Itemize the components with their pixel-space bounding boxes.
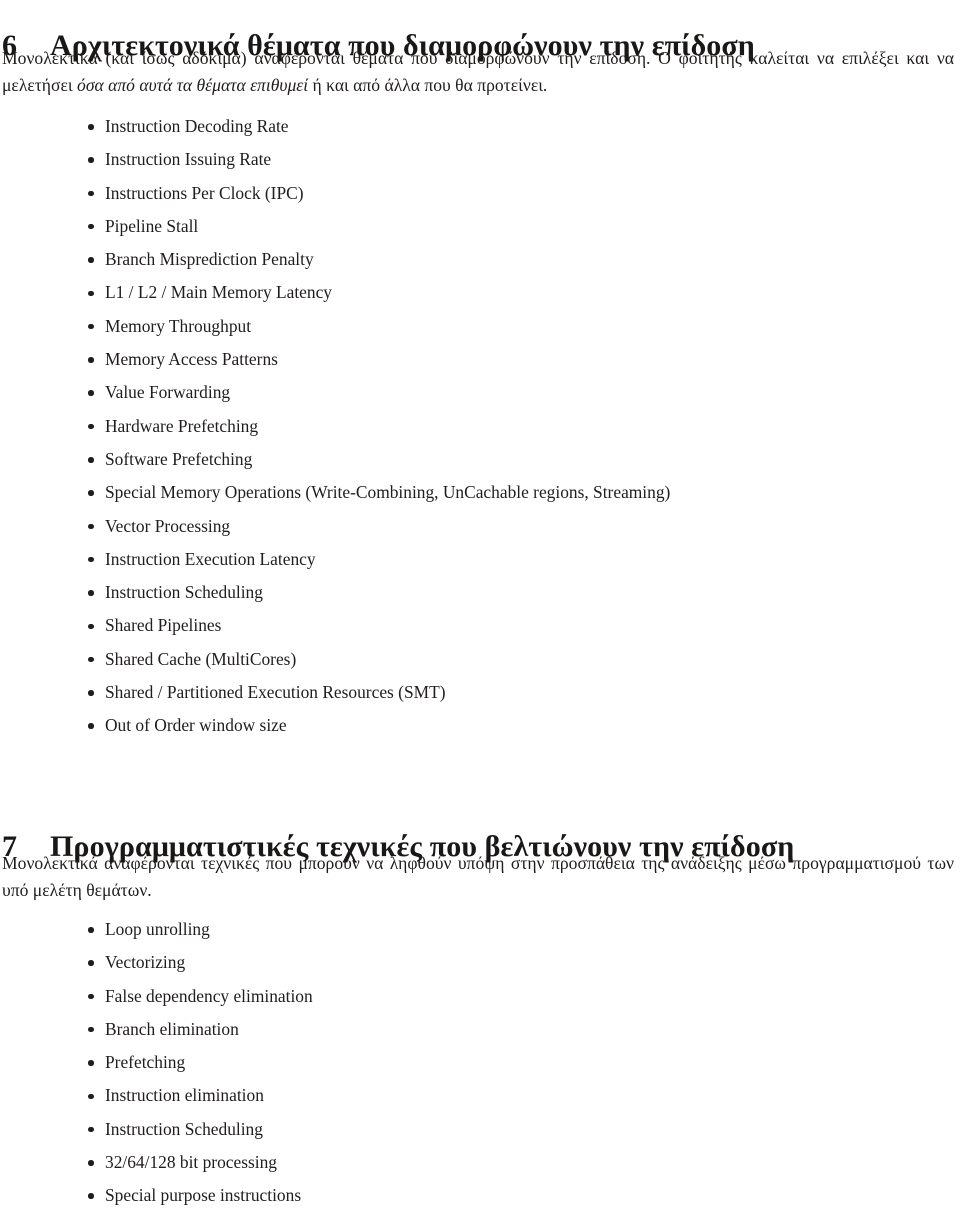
section-6-intro-paragraph: Μονολεκτικά (και ίσως αδόκιμα) αναφέροντ…	[0, 45, 960, 98]
bullet-dot-icon	[88, 656, 94, 663]
bullet-dot-icon	[88, 357, 94, 363]
list-item-label: Software Prefetching	[105, 448, 253, 469]
list-item: Instruction Scheduling	[0, 576, 960, 609]
list-item: False dependency elimination	[0, 980, 960, 1013]
list-item-label: 32/64/128 bit processing	[105, 1152, 277, 1173]
bullet-dot-icon	[88, 490, 94, 496]
list-item: Shared / Partitioned Execution Resources…	[0, 676, 960, 709]
bullet-dot-icon	[88, 1126, 94, 1133]
list-item-label: Out of Order window size	[105, 715, 287, 736]
bullet-dot-icon	[88, 124, 94, 130]
list-item-label: L1 / L2 / Main Memory Latency	[105, 282, 332, 303]
section-7-intro-paragraph: Μονολεκτικά αναφέρονται τεχνικές που μπο…	[0, 850, 960, 903]
bullet-dot-icon	[88, 257, 94, 263]
bullet-dot-icon	[88, 457, 94, 463]
bullet-dot-icon	[88, 1060, 94, 1066]
list-item-label: Instruction Execution Latency	[105, 548, 316, 569]
list-item-label: Prefetching	[105, 1052, 186, 1073]
list-item: Prefetching	[0, 1046, 960, 1079]
bullet-dot-icon	[88, 190, 94, 197]
bullet-dot-icon	[88, 623, 94, 629]
list-item-label: Instruction Decoding Rate	[105, 116, 289, 136]
list-item-label: Instruction elimination	[105, 1085, 264, 1106]
section-6-bullet-list: Instruction Decoding Rate Instruction Is…	[0, 110, 960, 743]
list-item-label: Value Forwarding	[105, 382, 231, 403]
list-item: Instructions Per Clock (IPC)	[0, 177, 960, 210]
list-item: Shared Cache (MultiCores)	[0, 643, 960, 676]
bullet-dot-icon	[88, 1160, 94, 1166]
list-item: Pipeline Stall	[0, 210, 960, 243]
list-item-label: Memory Access Patterns	[105, 349, 278, 370]
list-item: Special Memory Operations (Write-Combini…	[0, 476, 960, 509]
list-item-label: Loop unrolling	[105, 919, 210, 939]
bullet-dot-icon	[88, 423, 94, 430]
list-item: Loop unrolling	[0, 913, 960, 946]
bullet-dot-icon	[88, 523, 94, 530]
list-item: Shared Pipelines	[0, 609, 960, 642]
intro-italic-text-6: όσα από αυτά τα θέματα επιθυμεί	[77, 74, 309, 95]
list-item-label: Instruction Scheduling	[105, 1118, 263, 1139]
bullet-dot-icon	[88, 323, 94, 330]
bullet-dot-icon	[88, 1026, 94, 1033]
bullet-dot-icon	[88, 723, 94, 729]
list-item: Instruction Decoding Rate	[0, 110, 960, 143]
list-item: Branch elimination	[0, 1013, 960, 1046]
intro-lead-text-7: Μονολεκτικά αναφέρονται τεχνικές που μπο…	[2, 853, 954, 900]
list-item-label: Shared / Partitioned Execution Resources…	[105, 682, 446, 703]
list-item-label: Shared Cache (MultiCores)	[105, 648, 297, 669]
bullet-dot-icon	[88, 290, 94, 297]
list-item-label: Memory Throughput	[105, 315, 252, 336]
bullet-dot-icon	[88, 1093, 94, 1100]
list-item-label: Branch elimination	[105, 1018, 239, 1039]
list-item: Memory Throughput	[0, 310, 960, 343]
list-item: Software Prefetching	[0, 443, 960, 476]
list-item-label: Vector Processing	[105, 515, 231, 536]
bullet-dot-icon	[88, 1193, 94, 1199]
list-item-label: False dependency elimination	[105, 985, 313, 1006]
intro-tail-text-6: ή και από άλλα που θα προτείνει.	[308, 74, 548, 95]
list-item-label: Pipeline Stall	[105, 215, 199, 236]
list-item-label: Vectorizing	[105, 952, 186, 973]
list-item: Instruction Issuing Rate	[0, 143, 960, 176]
list-item: Vector Processing	[0, 510, 960, 543]
bullet-dot-icon	[88, 157, 94, 163]
list-item-label: Special Memory Operations (Write-Combini…	[105, 482, 671, 503]
document-page: 6 Αρχιτεκτονικά θέματα που διαμορφώνουν …	[0, 0, 960, 1207]
list-item: Instruction elimination	[0, 1079, 960, 1112]
bullet-dot-icon	[88, 993, 94, 1000]
list-item-label: Special purpose instructions	[105, 1185, 302, 1206]
list-item-label: Instructions Per Clock (IPC)	[105, 182, 304, 203]
bullet-dot-icon	[88, 223, 94, 230]
bullet-dot-icon	[88, 960, 94, 966]
list-item-label: Branch Misprediction Penalty	[105, 249, 314, 270]
list-item: Out of Order window size	[0, 709, 960, 742]
list-item: Special purpose instructions	[0, 1179, 960, 1212]
section-7-bullet-list: Loop unrolling Vectorizing False depende…	[0, 913, 960, 1213]
list-item: 32/64/128 bit processing	[0, 1146, 960, 1179]
list-item-label: Shared Pipelines	[105, 615, 222, 636]
list-item: Instruction Scheduling	[0, 1113, 960, 1146]
bullet-dot-icon	[88, 390, 94, 396]
bullet-dot-icon	[88, 556, 94, 563]
list-item: Hardware Prefetching	[0, 410, 960, 443]
list-item: Memory Access Patterns	[0, 343, 960, 376]
list-item: L1 / L2 / Main Memory Latency	[0, 276, 960, 309]
bullet-dot-icon	[88, 927, 94, 933]
list-item: Value Forwarding	[0, 376, 960, 409]
list-item: Vectorizing	[0, 946, 960, 979]
list-item-label: Instruction Issuing Rate	[105, 149, 272, 170]
bullet-dot-icon	[88, 690, 94, 696]
list-item-label: Hardware Prefetching	[105, 415, 259, 436]
list-item-label: Instruction Scheduling	[105, 582, 263, 603]
list-item: Instruction Execution Latency	[0, 543, 960, 576]
bullet-dot-icon	[88, 590, 94, 596]
list-item: Branch Misprediction Penalty	[0, 243, 960, 276]
